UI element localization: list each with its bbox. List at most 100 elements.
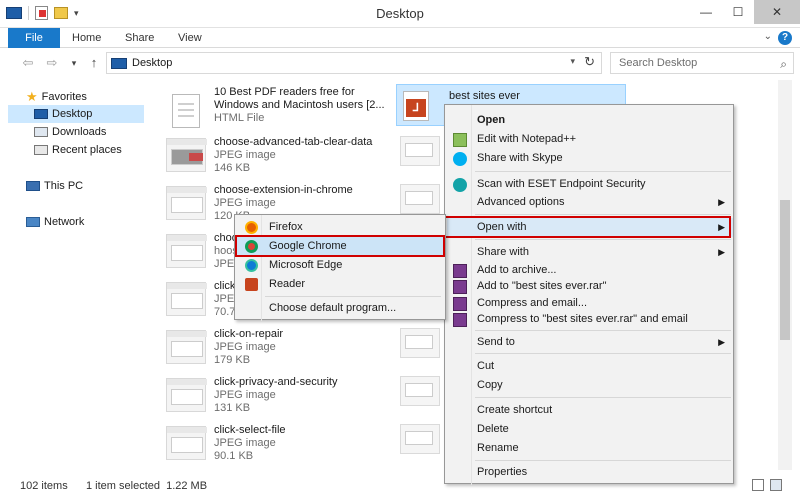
file-type: JPEG image — [214, 341, 276, 353]
submenu-item-label: Choose default program... — [269, 302, 397, 314]
open-with-submenu: Firefox Google Chrome Microsoft Edge Rea… — [234, 214, 446, 321]
menu-item-open-with[interactable]: Open with ▶ — [447, 218, 733, 237]
item-count: 102 items — [20, 480, 68, 492]
tab-home[interactable]: Home — [72, 28, 101, 48]
address-path: Desktop — [132, 57, 173, 69]
submenu-item-microsoft-edge[interactable]: Microsoft Edge — [237, 256, 445, 275]
large-icons-view-icon[interactable] — [770, 479, 782, 491]
nav-favorites-label: Favorites — [41, 91, 87, 103]
menu-divider — [475, 239, 731, 240]
image-thumbnail[interactable] — [400, 136, 440, 166]
nav-favorites[interactable]: ★ Favorites — [26, 88, 87, 106]
menu-item-label: Cut — [477, 360, 495, 372]
html-file-icon — [172, 94, 200, 128]
list-item[interactable]: click-on-repair JPEG image 179 KB — [160, 324, 390, 370]
winrar-icon — [453, 297, 467, 311]
menu-item-edit-notepad[interactable]: Edit with Notepad++ — [447, 130, 733, 149]
nav-this-pc[interactable]: This PC — [26, 177, 83, 195]
file-size: 90.1 KB — [214, 450, 254, 462]
window-controls: — ☐ ✕ — [690, 0, 800, 24]
tab-share[interactable]: Share — [125, 28, 154, 48]
list-item[interactable]: choose-advanced-tab-clear-data JPEG imag… — [160, 132, 390, 178]
submenu-item-google-chrome[interactable]: Google Chrome — [237, 237, 445, 256]
tab-file[interactable]: File — [8, 28, 60, 48]
list-item[interactable]: click-privacy-and-security JPEG image 13… — [160, 372, 390, 418]
forward-arrow-icon[interactable]: ⇨ — [44, 55, 60, 71]
submenu-item-label: Firefox — [269, 221, 303, 233]
image-thumbnail[interactable] — [400, 328, 440, 358]
nav-downloads[interactable]: Downloads — [34, 123, 106, 141]
desktop-icon — [34, 109, 48, 119]
image-thumbnail[interactable] — [400, 424, 440, 454]
winrar-icon — [453, 264, 467, 278]
winrar-icon — [453, 280, 467, 294]
menu-divider — [475, 330, 731, 331]
help-icon[interactable]: ? — [778, 31, 792, 45]
reader-icon — [245, 278, 258, 291]
close-button[interactable]: ✕ — [754, 0, 800, 24]
menu-item-advanced-options[interactable]: Advanced options ▶ — [447, 193, 733, 212]
menu-item-share-skype[interactable]: Share with Skype — [447, 149, 733, 168]
menu-item-open[interactable]: Open — [447, 111, 733, 130]
nav-network[interactable]: Network — [26, 213, 84, 231]
image-thumbnail[interactable] — [400, 376, 440, 406]
vertical-scrollbar[interactable] — [778, 80, 792, 470]
file-name: choose-advanced-tab-clear-data — [214, 136, 373, 148]
nav-desktop[interactable]: Desktop — [8, 105, 144, 123]
recent-locations-chevron-icon[interactable]: ▾ — [66, 55, 82, 71]
file-type: JPEG image — [214, 197, 276, 209]
up-arrow-icon[interactable]: ↑ — [86, 55, 102, 71]
maximize-button[interactable]: ☐ — [722, 0, 754, 24]
back-arrow-icon[interactable]: ⇦ — [20, 55, 36, 71]
menu-item-scan-eset[interactable]: Scan with ESET Endpoint Security — [447, 175, 733, 194]
expand-ribbon-icon[interactable]: ⌄ — [764, 31, 772, 42]
image-thumbnail — [166, 282, 207, 316]
details-view-icon[interactable] — [752, 479, 764, 491]
image-thumbnail — [166, 426, 207, 460]
menu-item-cut[interactable]: Cut — [447, 357, 733, 376]
menu-item-create-shortcut[interactable]: Create shortcut — [447, 401, 733, 420]
menu-item-copy[interactable]: Copy — [447, 376, 733, 395]
scrollbar-thumb[interactable] — [780, 200, 790, 340]
list-item[interactable]: click-select-file JPEG image 90.1 KB — [160, 420, 390, 466]
menu-item-label: Add to "best sites ever.rar" — [477, 280, 607, 292]
minimize-button[interactable]: — — [690, 0, 722, 24]
menu-item-send-to[interactable]: Send to ▶ — [447, 333, 733, 352]
search-icon[interactable]: ⌕ — [780, 54, 787, 74]
menu-divider — [475, 171, 731, 172]
submenu-item-choose-default[interactable]: Choose default program... — [237, 299, 445, 318]
firefox-icon — [245, 221, 258, 234]
context-menu: Open Edit with Notepad++ Share with Skyp… — [444, 104, 734, 485]
menu-item-label: Edit with Notepad++ — [477, 133, 577, 145]
refresh-icon[interactable]: ↻ — [584, 54, 595, 70]
submenu-item-reader[interactable]: Reader — [237, 275, 445, 294]
menu-item-rename[interactable]: Rename — [447, 439, 733, 458]
file-name: choose-extension-in-chrome — [214, 184, 353, 196]
menu-divider — [475, 214, 731, 215]
submenu-item-firefox[interactable]: Firefox — [237, 218, 445, 237]
computer-icon — [26, 181, 40, 191]
nav-network-label: Network — [44, 216, 85, 228]
address-dropdown-icon[interactable]: ▾ — [570, 56, 575, 67]
file-type: JPEG image — [214, 437, 276, 449]
submenu-arrow-icon: ▶ — [718, 337, 725, 347]
image-thumbnail[interactable] — [400, 184, 440, 214]
address-bar[interactable]: Desktop ▾ ↻ — [106, 52, 602, 74]
search-placeholder: Search Desktop — [619, 57, 698, 69]
menu-item-compress-rar-email[interactable]: Compress to "best sites ever.rar" and em… — [447, 310, 733, 329]
nav-desktop-label: Desktop — [52, 108, 93, 120]
menu-item-label: Compress and email... — [477, 297, 588, 309]
file-size: 131 KB — [214, 402, 251, 414]
tab-view[interactable]: View — [178, 28, 202, 48]
image-thumbnail — [166, 234, 207, 268]
submenu-arrow-icon: ▶ — [718, 247, 725, 257]
menu-item-delete[interactable]: Delete — [447, 420, 733, 439]
list-item[interactable]: 10 Best PDF readers free for Windows and… — [160, 84, 390, 132]
eset-icon — [453, 178, 467, 192]
nav-recent-places[interactable]: Recent places — [34, 141, 122, 159]
menu-item-properties[interactable]: Properties — [447, 463, 733, 482]
window-title: Desktop — [376, 6, 424, 21]
submenu-item-label: Microsoft Edge — [269, 259, 343, 271]
search-input[interactable]: Search Desktop ⌕ — [610, 52, 794, 74]
menu-item-share-with[interactable]: Share with ▶ — [447, 243, 733, 262]
